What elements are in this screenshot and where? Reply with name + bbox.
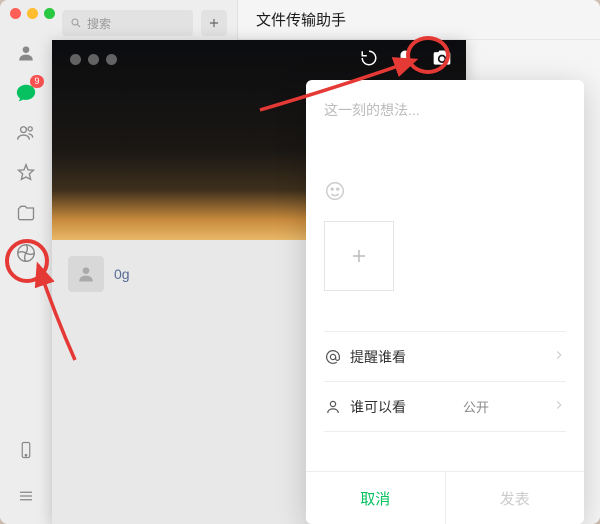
at-icon bbox=[324, 348, 350, 366]
mention-label: 提醒谁看 bbox=[350, 347, 406, 367]
files-tab-icon[interactable] bbox=[10, 197, 42, 229]
search-input[interactable]: 搜索 bbox=[62, 10, 193, 36]
moments-close-button[interactable] bbox=[70, 54, 81, 65]
cancel-button[interactable]: 取消 bbox=[306, 472, 445, 524]
mention-option[interactable]: 提醒谁看 bbox=[324, 332, 566, 382]
chat-badge: 9 bbox=[30, 75, 44, 88]
avatar-icon[interactable] bbox=[10, 37, 42, 69]
phone-icon[interactable] bbox=[10, 434, 42, 466]
add-photo-button[interactable] bbox=[324, 221, 394, 291]
person-icon bbox=[324, 398, 350, 416]
chat-tab-icon[interactable]: 9 bbox=[10, 77, 42, 109]
moments-window-controls bbox=[70, 54, 117, 65]
camera-icon[interactable] bbox=[432, 48, 452, 73]
visibility-option[interactable]: 谁可以看 公开 bbox=[324, 382, 566, 432]
avatar bbox=[68, 256, 104, 292]
minimize-window-button[interactable] bbox=[27, 8, 38, 19]
favorites-tab-icon[interactable] bbox=[10, 157, 42, 189]
contacts-tab-icon[interactable] bbox=[10, 117, 42, 149]
search-placeholder: 搜索 bbox=[87, 15, 111, 32]
chevron-right-icon bbox=[552, 398, 566, 415]
sidebar-bottom bbox=[10, 434, 42, 512]
publish-button[interactable]: 发表 bbox=[446, 472, 585, 524]
chevron-right-icon bbox=[552, 348, 566, 365]
sidebar: 9 bbox=[0, 0, 52, 524]
moments-tab-icon[interactable] bbox=[10, 237, 42, 269]
post-composer: 这一刻的想法... 提醒谁看 谁可以看 公开 取消 发表 bbox=[306, 80, 584, 524]
emoji-icon[interactable] bbox=[324, 180, 566, 207]
notifications-icon[interactable] bbox=[396, 49, 414, 72]
window-controls bbox=[10, 8, 55, 19]
composer-body: 这一刻的想法... 提醒谁看 谁可以看 公开 bbox=[306, 80, 584, 471]
menu-icon[interactable] bbox=[10, 480, 42, 512]
maximize-window-button[interactable] bbox=[44, 8, 55, 19]
feed-item-name: 0g bbox=[114, 266, 130, 282]
new-chat-button[interactable] bbox=[201, 10, 227, 36]
close-window-button[interactable] bbox=[10, 8, 21, 19]
moments-minimize-button[interactable] bbox=[88, 54, 99, 65]
refresh-icon[interactable] bbox=[360, 49, 378, 72]
composer-options: 提醒谁看 谁可以看 公开 bbox=[324, 331, 566, 432]
visibility-value: 公开 bbox=[463, 397, 489, 416]
chat-header: 文件传输助手 bbox=[238, 0, 600, 40]
moments-toolbar bbox=[360, 48, 452, 73]
visibility-label: 谁可以看 bbox=[350, 397, 406, 417]
composer-textarea[interactable]: 这一刻的想法... bbox=[324, 100, 566, 120]
chat-title: 文件传输助手 bbox=[256, 9, 346, 30]
moments-maximize-button[interactable] bbox=[106, 54, 117, 65]
composer-footer: 取消 发表 bbox=[306, 471, 584, 524]
